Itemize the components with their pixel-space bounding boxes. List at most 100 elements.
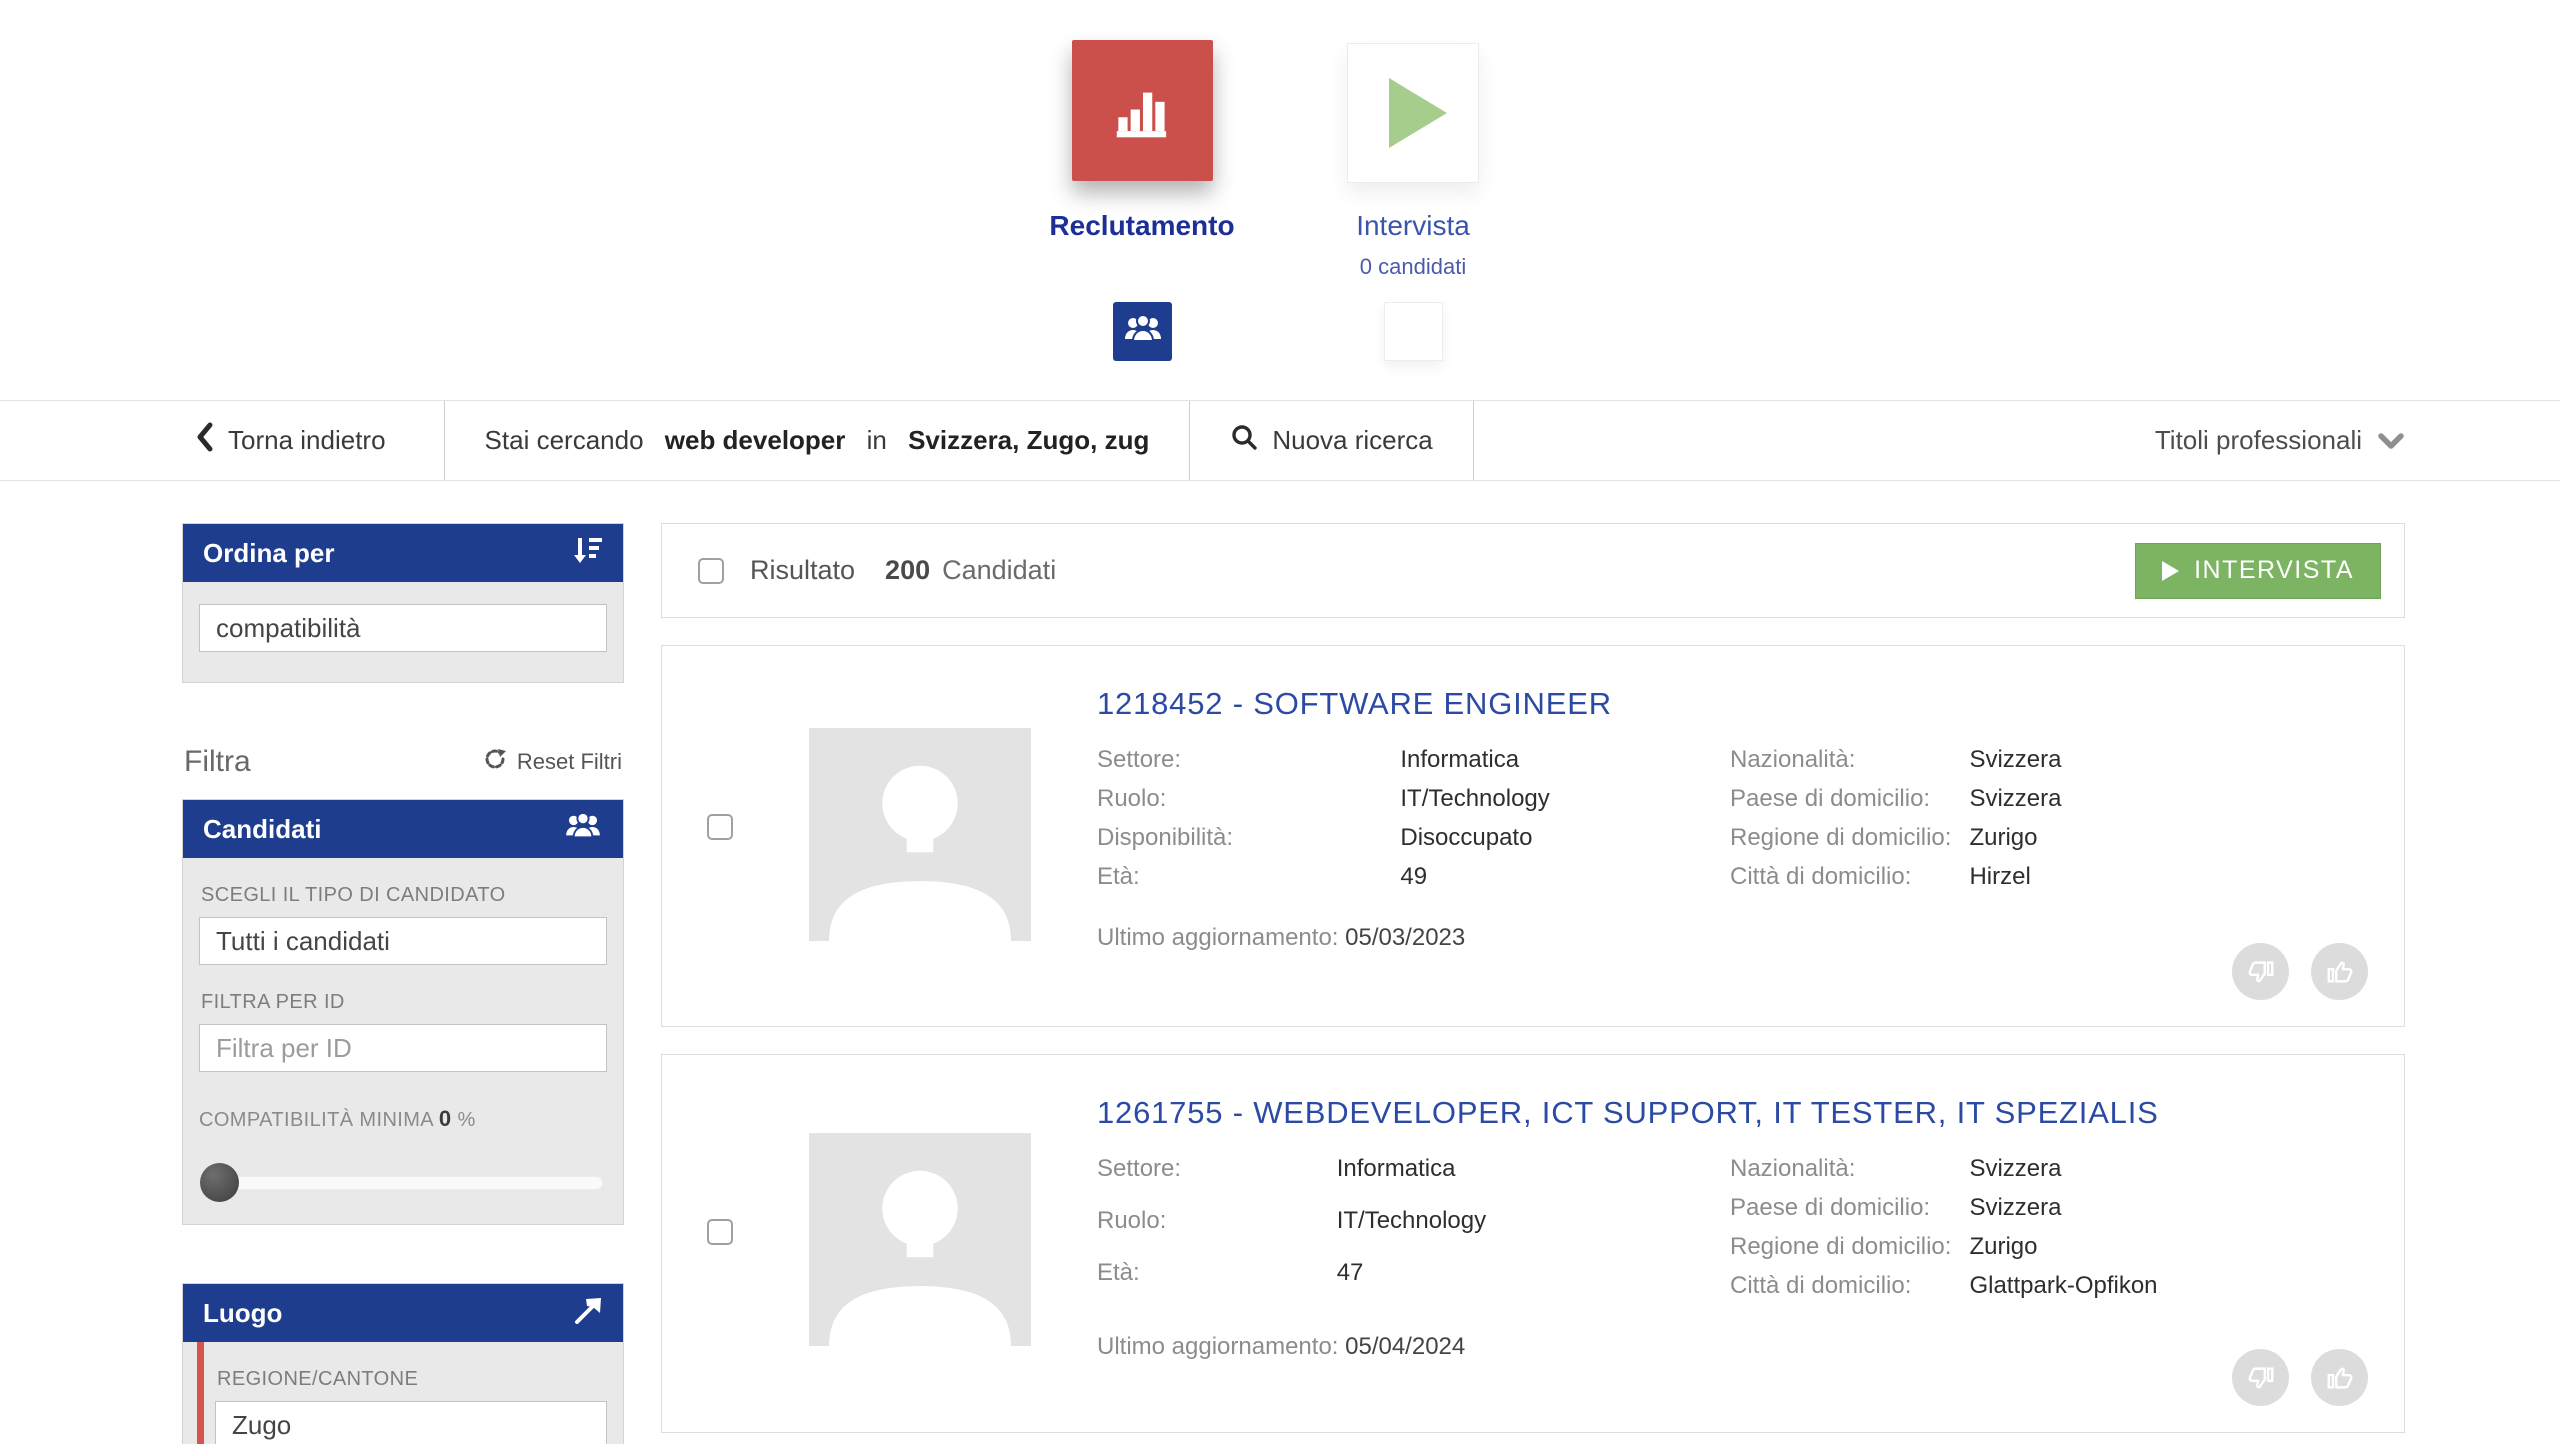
interview-stage-tile[interactable] — [1347, 43, 1479, 183]
field-label: Regione di domicilio: — [1730, 1233, 1969, 1272]
field-label: Ruolo: — [1097, 1207, 1337, 1259]
last-updated: Ultimo aggiornamento: 05/04/2024 — [1097, 1333, 2364, 1361]
field-label: Età: — [1097, 863, 1400, 902]
new-search-label: Nuova ricerca — [1272, 425, 1432, 456]
filter-by-id-input[interactable] — [199, 1024, 607, 1072]
candidate-fields: Settore: Informatica Ruolo: IT/Technolog… — [1097, 746, 2364, 902]
candidate-card-content: 1218452 - SOFTWARE ENGINEER Settore: Inf… — [1097, 646, 2404, 952]
back-button[interactable]: Torna indietro — [196, 401, 444, 480]
new-search-button[interactable]: Nuova ricerca — [1190, 401, 1472, 480]
nav-divider — [1473, 401, 1474, 480]
field-value: Hirzel — [1969, 863, 2079, 902]
min-compatibility-text: COMPATIBILITÀ MINIMA — [199, 1109, 433, 1131]
field-value: Svizzera — [1969, 1155, 2175, 1194]
professional-titles-dropdown[interactable]: Titoli professionali — [2155, 401, 2560, 480]
results-noun: Candidati — [942, 555, 1056, 586]
candidate-title-link[interactable]: 1261755 - WEBDEVELOPER, ICT SUPPORT, IT … — [1097, 1095, 2364, 1131]
field-value: Informatica — [1337, 1155, 1730, 1207]
reset-filters-button[interactable]: Reset Filtri — [483, 747, 622, 777]
place-panel-body: REGIONE/CANTONE INDIRIZZO — [183, 1342, 623, 1444]
sort-panel: Ordina per compatibilità — [182, 523, 624, 683]
field-label: Regione di domicilio: — [1730, 824, 1969, 863]
thumbs-up-button[interactable] — [2311, 943, 2368, 1000]
candidate-type-select[interactable]: Tutti i candidati — [199, 917, 607, 965]
field-label: Disponibilità: — [1097, 824, 1400, 863]
field-label: Paese di domicilio: — [1730, 785, 1969, 824]
field-label: Ruolo: — [1097, 785, 1400, 824]
interview-group-tile[interactable] — [1384, 302, 1443, 361]
field-label: Età: — [1097, 1259, 1337, 1311]
thumbs-down-button[interactable] — [2232, 943, 2289, 1000]
field-label: Settore: — [1097, 746, 1400, 785]
reset-icon — [483, 747, 507, 777]
region-input[interactable] — [215, 1401, 607, 1444]
interview-button[interactable]: INTERVISTA — [2135, 543, 2381, 599]
field-label: Nazionalità: — [1730, 1155, 1969, 1194]
field-label: Città di domicilio: — [1730, 863, 1969, 902]
candidate-checkbox[interactable] — [707, 814, 733, 840]
pipeline-section: Reclutamento Intervista 0 candidati — [0, 0, 2560, 400]
filters-sidebar: Ordina per compatibilità Filtra — [182, 523, 624, 1444]
field-value: Zurigo — [1969, 824, 2079, 863]
rating-buttons — [2232, 943, 2368, 1000]
candidates-panel-header: Candidati — [183, 800, 623, 858]
sort-by-select[interactable]: compatibilità — [199, 604, 607, 652]
content-area: Ordina per compatibilità Filtra — [0, 481, 2560, 1444]
results-header: Risultato 200 Candidati INTERVISTA — [661, 523, 2405, 618]
last-updated-value: 05/04/2024 — [1345, 1333, 1465, 1360]
sort-panel-body: compatibilità — [183, 582, 623, 682]
field-value: 47 — [1337, 1259, 1730, 1311]
candidate-card: 1218452 - SOFTWARE ENGINEER Settore: Inf… — [661, 645, 2405, 1027]
search-navbar: Torna indietro Stai cercando web develop… — [0, 400, 2560, 481]
candidates-group-tile[interactable] — [1113, 302, 1172, 361]
thumbs-down-button[interactable] — [2232, 1349, 2289, 1406]
sort-panel-header: Ordina per — [183, 524, 623, 582]
play-icon — [2162, 561, 2179, 581]
field-value: Svizzera — [1969, 1194, 2175, 1233]
interview-stage-label[interactable]: Intervista — [1356, 210, 1470, 242]
field-label: Città di domicilio: — [1730, 1272, 1969, 1311]
candidate-type-label: SCEGLI IL TIPO DI CANDIDATO — [201, 884, 607, 907]
field-value: Zurigo — [1969, 1233, 2175, 1272]
results-label: Risultato — [750, 555, 855, 586]
filter-by-id-label: FILTRA PER ID — [201, 991, 607, 1014]
sort-descending-icon[interactable] — [573, 536, 603, 571]
sort-panel-title: Ordina per — [203, 538, 334, 569]
min-compatibility-value: 0 — [439, 1106, 452, 1131]
field-value: Svizzera — [1969, 746, 2079, 785]
compatibility-slider-handle[interactable] — [200, 1163, 239, 1202]
candidate-title-link[interactable]: 1218452 - SOFTWARE ENGINEER — [1097, 686, 2364, 722]
candidates-panel: Candidati SCEGLI IL TIPO DI CANDIDATO Tu… — [182, 799, 624, 1225]
last-updated-value: 05/03/2023 — [1345, 924, 1465, 951]
filter-heading: Filtra — [184, 745, 251, 779]
people-icon — [563, 811, 603, 848]
people-icon — [1122, 313, 1164, 350]
candidate-fields-right: Nazionalità: Svizzera Paese di domicilio… — [1730, 1155, 2176, 1311]
place-panel-title: Luogo — [203, 1298, 282, 1329]
field-value: 49 — [1400, 863, 1730, 902]
candidate-fields-right: Nazionalità: Svizzera Paese di domicilio… — [1730, 746, 2079, 902]
field-value: Disoccupato — [1400, 824, 1730, 863]
last-updated-label: Ultimo aggiornamento: — [1097, 1333, 1345, 1360]
last-updated: Ultimo aggiornamento: 05/03/2023 — [1097, 924, 2364, 952]
recruitment-stage-label[interactable]: Reclutamento — [1049, 210, 1234, 242]
search-status-mid: in — [859, 425, 894, 456]
back-label: Torna indietro — [228, 425, 386, 456]
recruitment-stage-tile[interactable] — [1072, 40, 1213, 181]
candidate-checkbox[interactable] — [707, 1219, 733, 1245]
search-icon — [1230, 423, 1258, 458]
compatibility-slider[interactable] — [203, 1176, 603, 1190]
select-all-checkbox[interactable] — [698, 558, 724, 584]
candidate-avatar — [809, 728, 1031, 941]
min-compatibility-label: COMPATIBILITÀ MINIMA 0 % — [199, 1106, 607, 1132]
rating-buttons — [2232, 1349, 2368, 1406]
search-status-query: web developer — [665, 425, 846, 456]
candidate-fields-left: Settore: Informatica Ruolo: IT/Technolog… — [1097, 1155, 1730, 1311]
candidates-panel-body: SCEGLI IL TIPO DI CANDIDATO Tutti i cand… — [183, 858, 623, 1224]
candidates-panel-title: Candidati — [203, 814, 321, 845]
candidate-card-content: 1261755 - WEBDEVELOPER, ICT SUPPORT, IT … — [1097, 1055, 2404, 1361]
candidate-fields-left: Settore: Informatica Ruolo: IT/Technolog… — [1097, 746, 1730, 902]
field-label: Paese di domicilio: — [1730, 1194, 1969, 1233]
thumbs-up-button[interactable] — [2311, 1349, 2368, 1406]
play-icon — [1389, 78, 1447, 148]
